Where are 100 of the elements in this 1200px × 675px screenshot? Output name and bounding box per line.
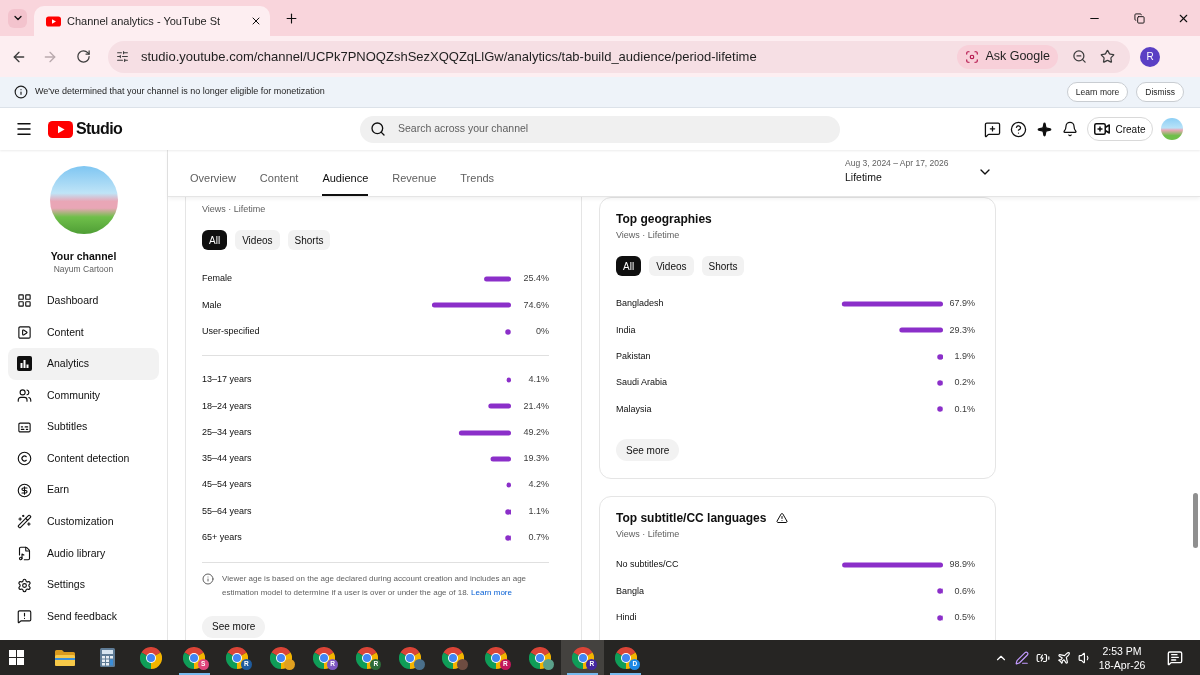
search-input[interactable]: Search across your channel: [398, 121, 840, 137]
plus-icon[interactable]: [284, 10, 299, 26]
card-title: Top subtitle/CC languages: [616, 510, 767, 526]
sidebar-item[interactable]: Settings: [8, 569, 159, 601]
message-icon[interactable]: [1167, 649, 1183, 666]
help-icon[interactable]: [1009, 120, 1027, 138]
percentage-label: 0.2%: [953, 376, 975, 390]
card-subtitle: Views · Lifetime: [616, 229, 681, 241]
windows-logo-icon: [9, 650, 24, 665]
see-more-button[interactable]: See more: [202, 615, 266, 638]
percentage-label: 0.7%: [527, 531, 549, 545]
language-label: Bangla: [616, 584, 646, 598]
value-dot: [937, 380, 943, 386]
close-icon[interactable]: [250, 15, 262, 27]
percentage-label: 49.2%: [522, 425, 549, 439]
bell-icon[interactable]: [1062, 121, 1078, 137]
sidebar-item[interactable]: Community: [8, 379, 159, 412]
filter-chip[interactable]: Shorts: [701, 256, 745, 276]
reload-icon[interactable]: [75, 49, 91, 64]
scrollbar-thumb[interactable]: [1192, 493, 1198, 548]
ask-google-button[interactable]: Ask Google: [957, 44, 1058, 69]
clock-date[interactable]: 18-Apr-26: [1098, 657, 1146, 672]
play-square-icon: [17, 324, 32, 340]
analytics-tab[interactable]: Audience: [322, 162, 369, 196]
percentage-bar: [506, 377, 511, 383]
see-more-button[interactable]: See more: [616, 439, 680, 462]
grid-icon: [17, 293, 32, 309]
sidebar-item[interactable]: Analytics: [8, 348, 159, 380]
sparkle-icon[interactable]: [1036, 121, 1052, 137]
pen-icon[interactable]: [1014, 650, 1029, 665]
warning-icon[interactable]: [776, 512, 789, 524]
calculator-icon: [100, 648, 116, 667]
country-label: Bangladesh: [616, 297, 665, 311]
studio-logo-link[interactable]: Studio: [48, 117, 123, 141]
language-label: Hindi: [616, 611, 638, 624]
age-note: Viewer age is based on the age declared during account creation and includes an age estimation model to determine if a user is over or under the age of 18. Learn more: [222, 572, 528, 599]
filter-chip[interactable]: Shorts: [287, 230, 331, 250]
notice-button[interactable]: Learn more: [1066, 82, 1129, 102]
browser-tab[interactable]: Channel analytics - YouTube St: [34, 6, 270, 36]
youtube-logo-icon: [46, 15, 61, 27]
learn-more-link[interactable]: Learn more: [471, 587, 512, 597]
sidebar-item[interactable]: Customization: [8, 506, 159, 538]
sidebar-item[interactable]: Earn: [8, 474, 159, 507]
percentage-label: 4.2%: [527, 478, 549, 492]
country-label: India: [616, 323, 637, 337]
zoom-out-icon[interactable]: [1071, 49, 1087, 64]
magic-wand-icon: [17, 514, 32, 530]
search-field[interactable]: Search across your channel: [360, 115, 840, 143]
url-field[interactable]: studio.youtube.com/channel/UCPk7PNOQZshSezXQQZqLlGw/analytics/tab-build_audience/period-lifetime: [141, 46, 958, 67]
country-label: Malaysia: [616, 402, 653, 416]
percentage-bar: [899, 327, 943, 333]
star-icon[interactable]: [1099, 49, 1115, 64]
chrome-icon: [571, 646, 594, 669]
filter-chip[interactable]: Videos: [235, 230, 280, 250]
menu-icon[interactable]: [15, 120, 33, 138]
sidebar-item[interactable]: Dashboard: [8, 285, 159, 317]
notice-button[interactable]: Dismiss: [1136, 82, 1184, 102]
settings-icon: [17, 577, 32, 593]
analytics-tab[interactable]: Overview: [190, 162, 236, 196]
age-range-label: 65+ years: [202, 531, 243, 545]
music-file-icon: [17, 546, 32, 562]
message-plus-icon[interactable]: [983, 120, 1001, 138]
clock-time[interactable]: 2:53 PM: [1102, 643, 1142, 658]
sidebar-item[interactable]: Subtitles: [8, 411, 159, 443]
people-icon: [17, 388, 32, 404]
bar-chart-icon: [17, 356, 32, 372]
sidebar-item[interactable]: Audio library: [8, 537, 159, 570]
gender-label: Male: [202, 298, 223, 312]
filter-chip[interactable]: Videos: [649, 256, 694, 276]
sidebar-item[interactable]: Content: [8, 316, 159, 349]
card-subtitle: Views · Lifetime: [202, 203, 267, 215]
card-title: Top geographies: [616, 211, 713, 227]
sidebar-item[interactable]: Content detection: [8, 442, 159, 475]
percentage-label: 1.1%: [527, 504, 549, 518]
percentage-bar: [506, 482, 511, 488]
chrome-icon: [355, 646, 378, 669]
profile-button[interactable]: R: [1140, 46, 1160, 67]
percentage-label: 0.5%: [953, 611, 975, 624]
value-dot: [937, 588, 943, 595]
filter-chip[interactable]: All: [202, 230, 228, 250]
analytics-tab[interactable]: Content: [259, 162, 299, 196]
restore-window-icon[interactable]: [1133, 12, 1145, 24]
percentage-bar: [484, 276, 511, 282]
sliders-icon[interactable]: [115, 50, 129, 63]
analytics-tab[interactable]: Trends: [460, 162, 495, 196]
gender-label: User-specified: [202, 325, 261, 338]
address-bar[interactable]: studio.youtube.com/channel/UCPk7PNOQZshSezXQQZqLlGw/analytics/tab-build_audience/period-lifetime Ask Google: [108, 40, 1130, 73]
sidebar-item[interactable]: Send feedback: [8, 600, 159, 633]
tab-search-button[interactable]: [8, 8, 27, 28]
dollar-circle-icon: [17, 482, 32, 498]
percentage-label: 74.6%: [522, 298, 549, 312]
chrome-icon: [485, 646, 508, 669]
filter-chip[interactable]: All: [616, 256, 642, 276]
airplane-icon[interactable]: [1056, 650, 1071, 665]
country-label: Pakistan: [616, 350, 652, 363]
country-label: Saudi Arabia: [616, 376, 669, 390]
chrome-icon: [139, 646, 162, 669]
percentage-bar: [488, 403, 511, 409]
percentage-label: 0.1%: [953, 402, 975, 416]
analytics-tab[interactable]: Revenue: [392, 162, 437, 196]
